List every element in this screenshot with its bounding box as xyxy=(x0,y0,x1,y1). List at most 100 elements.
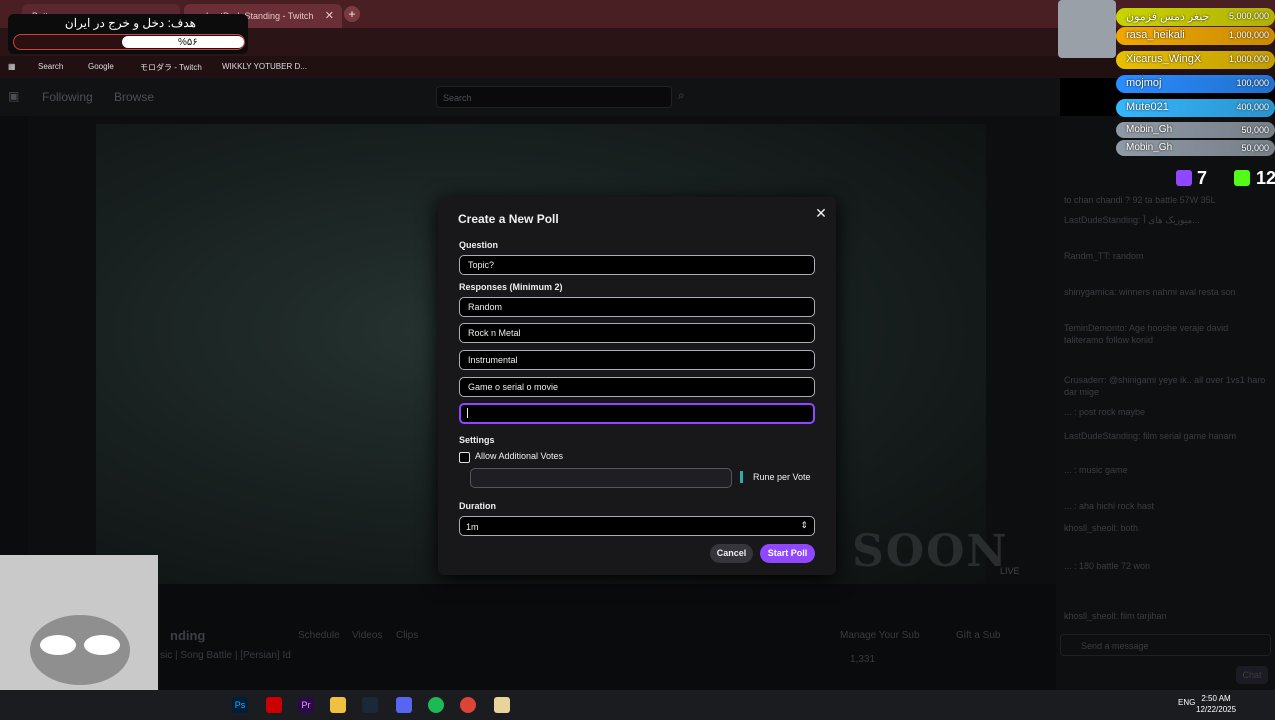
file-explorer-icon[interactable] xyxy=(330,697,346,713)
goal-percent: %۵۶ xyxy=(178,37,198,48)
question-label: Question xyxy=(459,240,499,250)
tab-schedule[interactable]: Schedule xyxy=(298,630,340,641)
donor-amount: 1,000,000 xyxy=(1228,30,1269,40)
chat-message: LastDudeStanding: film serial game hanam xyxy=(1064,431,1237,441)
settings-label: Settings xyxy=(459,435,495,445)
bookmark-twitch[interactable]: モロダラ - Twitch xyxy=(140,62,202,73)
search-icon[interactable]: ⌕ xyxy=(678,88,685,103)
leaderboard-row: mojmoj 100,000 xyxy=(1116,75,1275,93)
goal-title: هدف: دخل و خرج در ایران xyxy=(64,16,196,30)
leaderboard-row: Mobin_Gh 50,000 xyxy=(1116,140,1275,156)
bookmark-search[interactable]: Search xyxy=(38,62,63,71)
create-poll-dialog: Create a New Poll ✕ Question Responses (… xyxy=(438,197,836,575)
chat-message: to chan chandi ? 92 ta battle 57W 35L xyxy=(1064,195,1216,205)
streamer-avatar xyxy=(1058,0,1116,58)
steam-icon[interactable] xyxy=(362,697,378,713)
chat-panel: to chan chandi ? 92 ta battle 57W 35L La… xyxy=(1056,116,1275,690)
apps-grid-icon[interactable]: ▦ xyxy=(8,62,16,71)
responses-label: Responses (Minimum 2) xyxy=(459,282,563,292)
rune-per-vote-label: Rune per Vote xyxy=(753,472,811,482)
donor-name: جیغر دمس فزمون xyxy=(1126,11,1210,23)
leaderboard-row: rasa_heikali 1,000,000 xyxy=(1116,27,1275,45)
new-tab-button[interactable]: + xyxy=(344,6,360,22)
language-indicator[interactable]: ENG xyxy=(1178,698,1195,707)
frog-eye xyxy=(84,635,120,655)
duration-label: Duration xyxy=(459,501,496,511)
leaderboard-row: Xicarus_WingX 1,000,000 xyxy=(1116,51,1275,69)
response-input-2[interactable] xyxy=(459,323,815,343)
viewer-count: 1,331 xyxy=(850,654,876,665)
twitch-icon xyxy=(1176,170,1192,186)
donor-name: Mobin_Gh xyxy=(1126,142,1173,153)
channel-name[interactable]: nding xyxy=(170,628,205,643)
goal-progress-bar xyxy=(13,34,245,50)
chrome-icon[interactable] xyxy=(460,697,476,713)
donor-name: mojmoj xyxy=(1126,77,1162,89)
donor-name: rasa_heikali xyxy=(1126,29,1185,41)
kick-icon xyxy=(1234,170,1250,186)
donor-name: Mute021 xyxy=(1126,101,1169,113)
nav-browse[interactable]: Browse xyxy=(114,90,154,104)
response-input-3[interactable] xyxy=(459,350,815,370)
record-app-icon[interactable] xyxy=(266,697,282,713)
clock-time: 2:50 AM xyxy=(1201,694,1231,703)
close-icon[interactable]: ✕ xyxy=(814,205,828,221)
photoshop-icon[interactable]: Ps xyxy=(232,697,248,713)
leaderboard-row: Mobin_Gh 50,000 xyxy=(1116,122,1275,138)
rune-per-vote-input[interactable] xyxy=(470,468,732,488)
duration-select[interactable]: 1m ⇕ xyxy=(459,516,815,536)
allow-additional-votes-checkbox[interactable] xyxy=(459,452,470,463)
tab-videos[interactable]: Videos xyxy=(352,630,382,641)
search-input[interactable]: Search xyxy=(436,86,672,108)
nav-following[interactable]: Following xyxy=(42,90,93,104)
stream-title: sic | Song Battle | [Persian] Id xyxy=(160,650,291,661)
donor-amount: 1,000,000 xyxy=(1228,54,1269,64)
donor-amount: 5,000,000 xyxy=(1228,11,1269,21)
question-input[interactable] xyxy=(459,255,815,275)
manage-sub-button[interactable]: Manage Your Sub xyxy=(840,630,920,641)
select-arrows-icon: ⇕ xyxy=(800,520,808,530)
chat-message: LastDudeStanding: میوزیک های آ... xyxy=(1064,215,1200,225)
allow-additional-votes-label[interactable]: Allow Additional Votes xyxy=(475,451,563,461)
donor-amount: 50,000 xyxy=(1241,143,1269,153)
response-input-4[interactable] xyxy=(459,377,815,397)
spotify-icon[interactable] xyxy=(428,697,444,713)
cancel-button[interactable]: Cancel xyxy=(710,544,753,563)
rune-icon xyxy=(740,471,743,483)
overlay-soon-text: SOON xyxy=(852,526,1009,577)
start-poll-button[interactable]: Start Poll xyxy=(760,544,815,563)
chat-message: shinygamica: winners nahmi aval resta so… xyxy=(1064,287,1236,297)
close-tab-icon[interactable]: ✕ xyxy=(325,9,334,22)
app-icon[interactable] xyxy=(494,697,510,713)
gift-sub-button[interactable]: Gift a Sub xyxy=(956,630,1000,641)
leaderboard-row: Mute021 400,000 xyxy=(1116,99,1275,117)
response-input-1[interactable] xyxy=(459,297,815,317)
premiere-icon[interactable]: Pr xyxy=(298,697,314,713)
bookmarks-bar: ▦ Search Google モロダラ - Twitch WIKKLY YOT… xyxy=(0,56,1275,78)
tab-clips[interactable]: Clips xyxy=(396,630,418,641)
twitch-top-nav: ▣ Following Browse Search ⌕ xyxy=(0,78,1060,116)
donor-amount: 50,000 xyxy=(1241,125,1269,135)
bookmark-google[interactable]: Google xyxy=(88,62,114,71)
kick-viewer-count: 12 xyxy=(1256,168,1275,188)
chat-message: ... : post rock maybe xyxy=(1064,407,1146,417)
chat-send-button[interactable]: Chat xyxy=(1236,666,1268,684)
clock-date: 12/22/2025 xyxy=(1196,705,1237,714)
duration-value: 1m xyxy=(466,522,479,532)
chat-input[interactable]: Send a message xyxy=(1060,634,1271,656)
chat-message: Randm_TT: random xyxy=(1064,251,1144,261)
leaderboard-row: جیغر دمس فزمون 5,000,000 xyxy=(1116,8,1275,26)
bookmark-youtuber[interactable]: WIKKLY YOTUBER D... xyxy=(222,62,307,71)
chat-message: khosll_sheoll: both xyxy=(1064,523,1139,533)
response-input-5[interactable] xyxy=(459,403,815,424)
system-clock[interactable]: 2:50 AM 12/22/2025 xyxy=(1196,693,1236,715)
windows-taskbar xyxy=(0,690,1275,720)
chat-message: ... : 180 battle 72 won xyxy=(1064,561,1151,571)
discord-icon[interactable] xyxy=(396,697,412,713)
chat-message: ... : aha hichi rock hast xyxy=(1064,501,1155,511)
chat-message: TeminDemonto: Age hooshe veraje david ta… xyxy=(1064,323,1229,345)
chat-message: Crusaderr: @shinigami yeye ik.. all over… xyxy=(1064,375,1266,397)
twitch-logo-icon[interactable]: ▣ xyxy=(8,89,19,103)
donor-amount: 100,000 xyxy=(1236,78,1269,88)
chat-message: khosll_sheoll: film tarjihan xyxy=(1064,611,1167,621)
